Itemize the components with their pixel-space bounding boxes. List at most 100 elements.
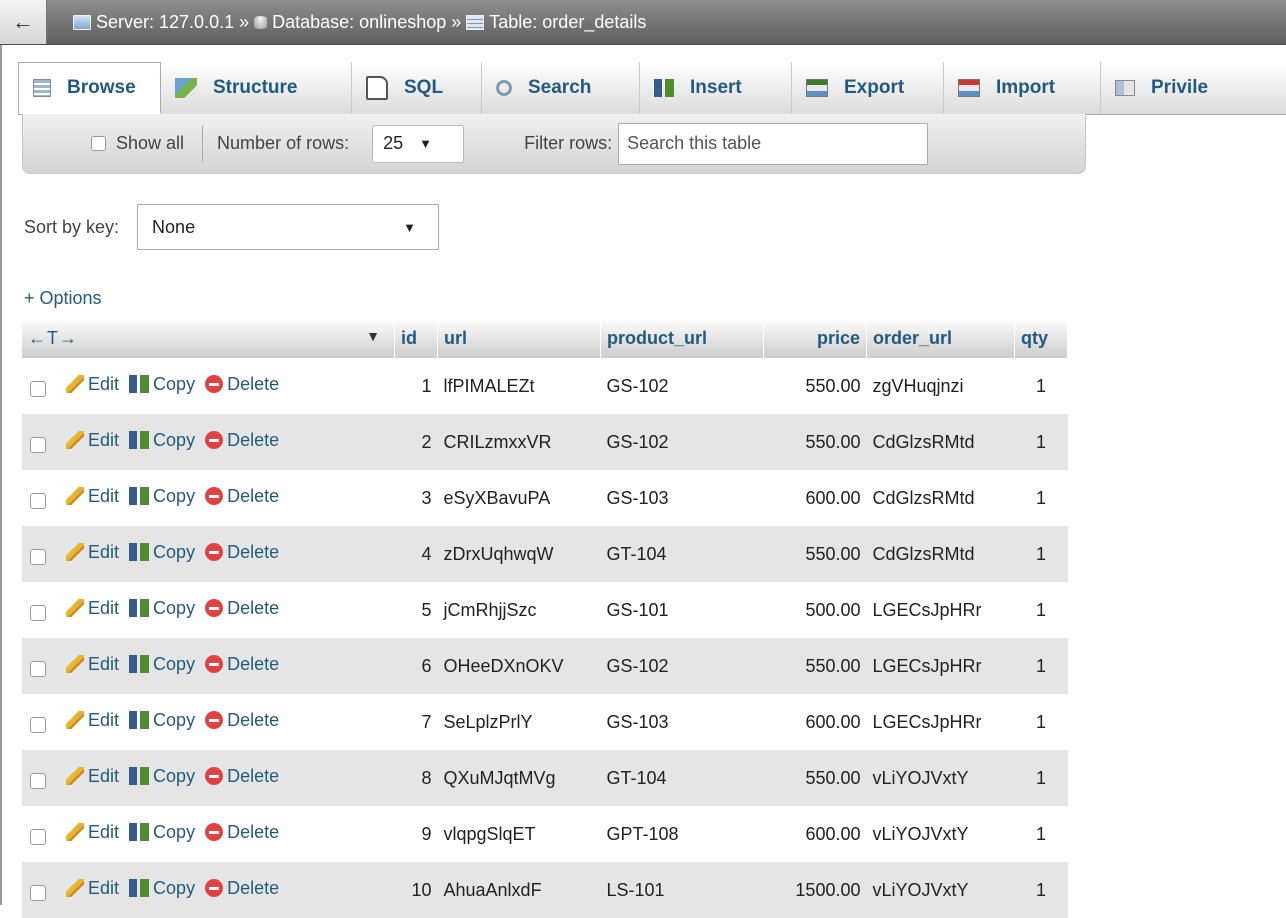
- filter-rows-input[interactable]: [618, 122, 929, 165]
- cell-qty[interactable]: 1: [1014, 358, 1068, 414]
- cell-product-url[interactable]: GS-102: [600, 358, 764, 414]
- delete-button[interactable]: Delete: [205, 430, 279, 451]
- edit-button[interactable]: Edit: [66, 374, 119, 395]
- edit-button[interactable]: Edit: [66, 486, 119, 507]
- cell-price[interactable]: 550.00: [763, 750, 867, 806]
- edit-button[interactable]: Edit: [66, 598, 119, 619]
- cell-price[interactable]: 600.00: [763, 806, 867, 862]
- edit-button[interactable]: Edit: [66, 430, 119, 451]
- copy-button[interactable]: Copy: [129, 542, 195, 563]
- copy-button[interactable]: Copy: [129, 878, 195, 899]
- cell-order-url[interactable]: LGECsJpHRr: [866, 638, 1015, 694]
- cell-order-url[interactable]: vLiYOJVxtY: [866, 862, 1015, 918]
- copy-button[interactable]: Copy: [129, 766, 195, 787]
- cell-price[interactable]: 600.00: [763, 470, 867, 526]
- column-header-price[interactable]: price: [763, 318, 867, 358]
- edit-button[interactable]: Edit: [66, 822, 119, 843]
- delete-button[interactable]: Delete: [205, 374, 279, 395]
- cell-product-url[interactable]: LS-101: [600, 862, 764, 918]
- tab-privileges[interactable]: Privile: [1101, 62, 1286, 114]
- cell-id[interactable]: 7: [394, 694, 438, 750]
- cell-qty[interactable]: 1: [1014, 694, 1068, 750]
- row-checkbox[interactable]: [30, 828, 46, 845]
- cell-order-url[interactable]: CdGlzsRMtd: [866, 526, 1015, 582]
- edit-button[interactable]: Edit: [66, 766, 119, 787]
- delete-button[interactable]: Delete: [205, 542, 279, 563]
- cell-url[interactable]: zDrxUqhwqW: [437, 526, 601, 582]
- cell-id[interactable]: 9: [394, 806, 438, 862]
- copy-button[interactable]: Copy: [129, 822, 195, 843]
- row-checkbox[interactable]: [30, 716, 46, 733]
- breadcrumb-server[interactable]: Server: 127.0.0.1: [96, 12, 234, 33]
- tab-browse[interactable]: Browse: [18, 62, 161, 114]
- copy-button[interactable]: Copy: [129, 374, 195, 395]
- column-header-qty[interactable]: qty: [1014, 318, 1068, 358]
- cell-price[interactable]: 550.00: [763, 526, 867, 582]
- cell-url[interactable]: CRILzmxxVR: [437, 414, 601, 470]
- cell-order-url[interactable]: vLiYOJVxtY: [866, 750, 1015, 806]
- row-checkbox[interactable]: [30, 436, 46, 453]
- cell-product-url[interactable]: GS-101: [600, 582, 764, 638]
- cell-id[interactable]: 4: [394, 526, 438, 582]
- tab-insert[interactable]: Insert: [640, 62, 792, 114]
- show-all-checkbox[interactable]: [91, 136, 106, 151]
- cell-order-url[interactable]: vLiYOJVxtY: [866, 806, 1015, 862]
- cell-product-url[interactable]: GS-103: [600, 694, 764, 750]
- column-arrows-icon[interactable]: ←T→: [28, 328, 78, 348]
- cell-qty[interactable]: 1: [1014, 750, 1068, 806]
- cell-url[interactable]: vlqpgSlqET: [437, 806, 601, 862]
- cell-id[interactable]: 1: [394, 358, 438, 414]
- tab-export[interactable]: Export: [792, 62, 944, 114]
- cell-qty[interactable]: 1: [1014, 582, 1068, 638]
- delete-button[interactable]: Delete: [205, 486, 279, 507]
- copy-button[interactable]: Copy: [129, 430, 195, 451]
- back-button[interactable]: ←: [0, 0, 47, 44]
- cell-url[interactable]: jCmRhjjSzc: [437, 582, 601, 638]
- cell-url[interactable]: AhuaAnlxdF: [437, 862, 601, 918]
- rows-select[interactable]: 25 ▼: [372, 124, 465, 163]
- cell-order-url[interactable]: zgVHuqjnzi: [866, 358, 1015, 414]
- cell-id[interactable]: 6: [394, 638, 438, 694]
- cell-qty[interactable]: 1: [1014, 470, 1068, 526]
- cell-product-url[interactable]: GS-102: [600, 638, 764, 694]
- cell-id[interactable]: 3: [394, 470, 438, 526]
- cell-qty[interactable]: 1: [1014, 638, 1068, 694]
- tab-search[interactable]: Search: [482, 62, 640, 114]
- cell-url[interactable]: QXuMJqtMVg: [437, 750, 601, 806]
- copy-button[interactable]: Copy: [129, 654, 195, 675]
- cell-price[interactable]: 550.00: [763, 358, 867, 414]
- column-header-order-url[interactable]: order_url: [866, 318, 1015, 358]
- row-checkbox[interactable]: [30, 604, 46, 621]
- cell-url[interactable]: lfPIMALEZt: [437, 358, 601, 414]
- cell-url[interactable]: eSyXBavuPA: [437, 470, 601, 526]
- cell-id[interactable]: 5: [394, 582, 438, 638]
- breadcrumb-database[interactable]: Database: onlineshop: [272, 12, 446, 33]
- delete-button[interactable]: Delete: [205, 710, 279, 731]
- cell-product-url[interactable]: GS-103: [600, 470, 764, 526]
- delete-button[interactable]: Delete: [205, 878, 279, 899]
- breadcrumb-table[interactable]: Table: order_details: [489, 12, 646, 33]
- cell-product-url[interactable]: GT-104: [600, 750, 764, 806]
- cell-id[interactable]: 10: [394, 862, 438, 918]
- cell-qty[interactable]: 1: [1014, 526, 1068, 582]
- tab-sql[interactable]: SQL: [352, 62, 482, 114]
- copy-button[interactable]: Copy: [129, 710, 195, 731]
- cell-order-url[interactable]: LGECsJpHRr: [866, 582, 1015, 638]
- column-header-id[interactable]: id: [394, 318, 438, 358]
- show-all-label[interactable]: Show all: [116, 133, 184, 154]
- cell-id[interactable]: 8: [394, 750, 438, 806]
- row-checkbox[interactable]: [30, 548, 46, 565]
- edit-button[interactable]: Edit: [66, 654, 119, 675]
- edit-button[interactable]: Edit: [66, 542, 119, 563]
- cell-product-url[interactable]: GT-104: [600, 526, 764, 582]
- edit-button[interactable]: Edit: [66, 878, 119, 899]
- cell-price[interactable]: 600.00: [763, 694, 867, 750]
- edit-button[interactable]: Edit: [66, 710, 119, 731]
- delete-button[interactable]: Delete: [205, 766, 279, 787]
- cell-product-url[interactable]: GS-102: [600, 414, 764, 470]
- cell-price[interactable]: 1500.00: [763, 862, 867, 918]
- tab-import[interactable]: Import: [944, 62, 1101, 114]
- cell-order-url[interactable]: CdGlzsRMtd: [866, 414, 1015, 470]
- cell-url[interactable]: SeLplzPrlY: [437, 694, 601, 750]
- cell-price[interactable]: 550.00: [763, 414, 867, 470]
